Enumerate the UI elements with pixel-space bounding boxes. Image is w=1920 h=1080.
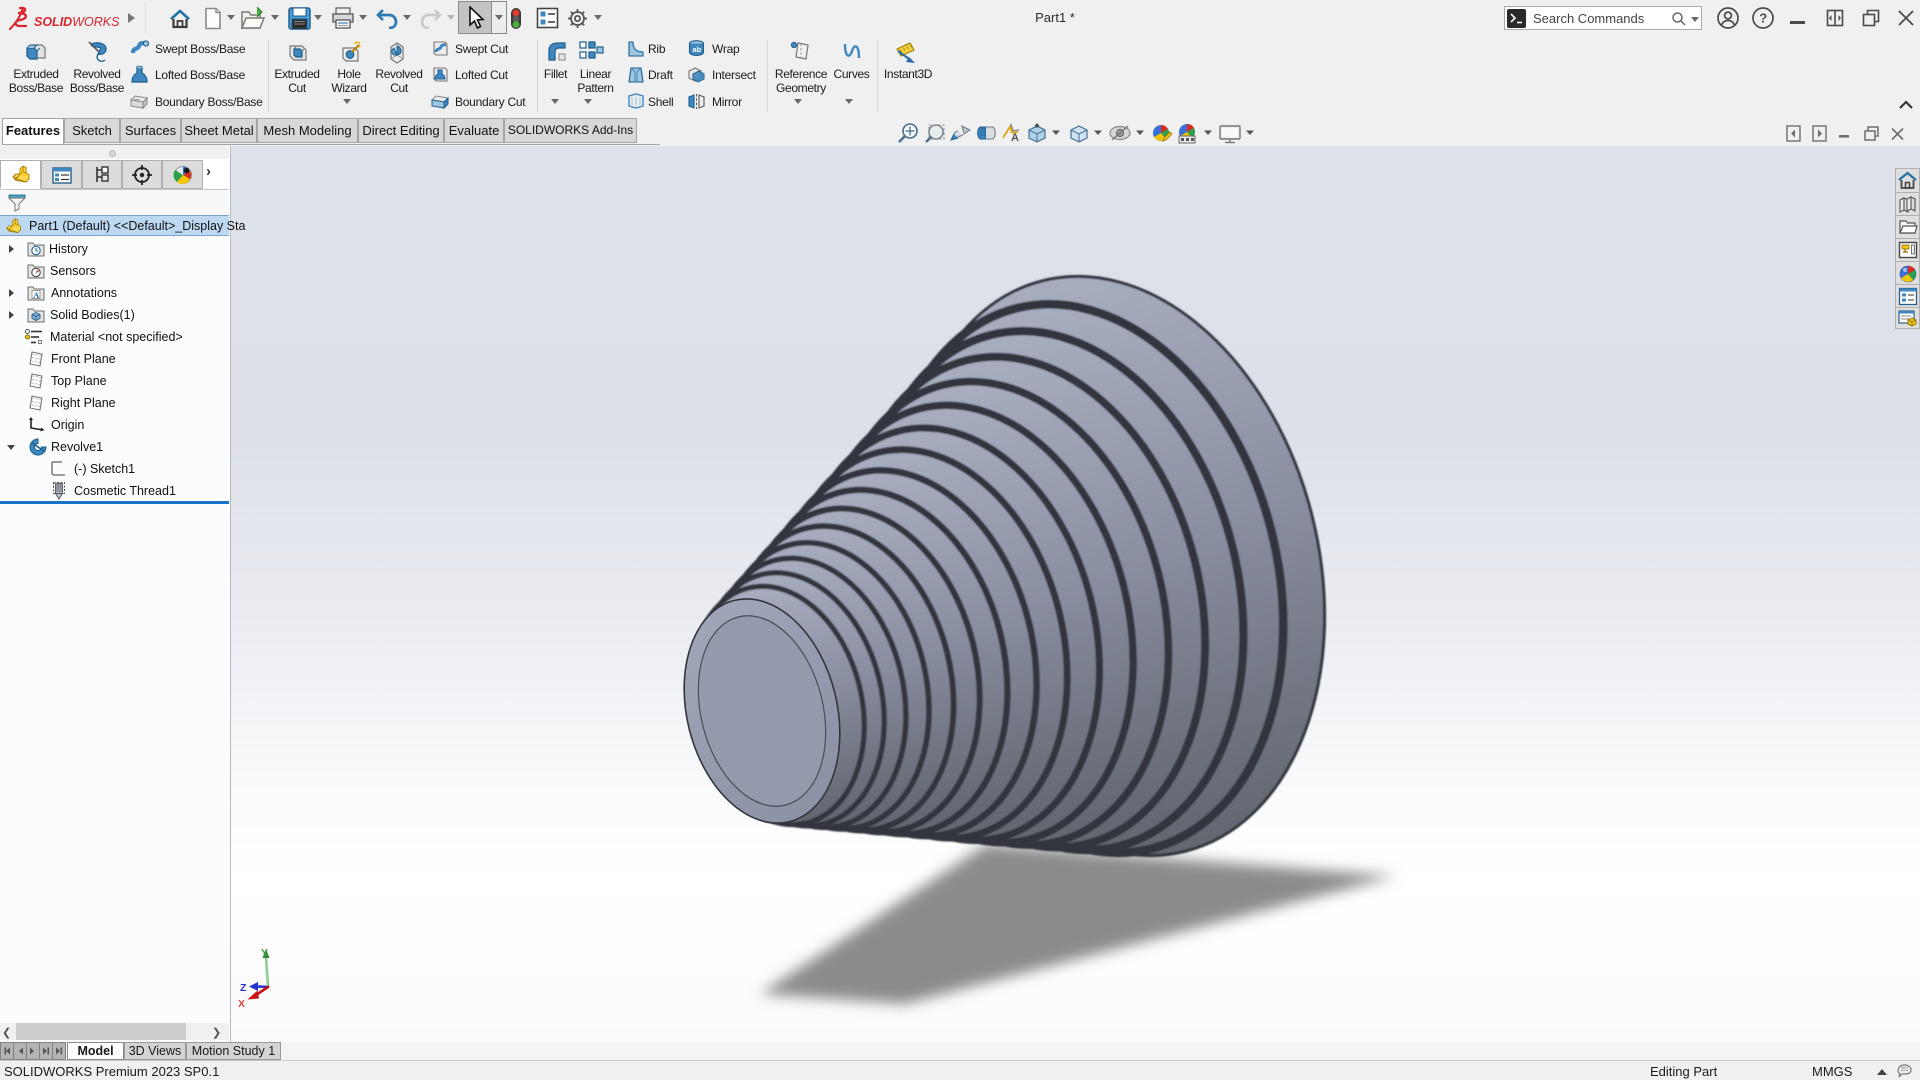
svg-text:Y: Y	[261, 947, 268, 959]
svg-text:ab: ab	[693, 45, 702, 54]
svg-text:A: A	[33, 290, 40, 300]
svg-text:SOLIDWORKS: SOLIDWORKS	[34, 15, 120, 29]
svg-text:Z: Z	[240, 982, 247, 994]
svg-text:?: ?	[1759, 11, 1767, 26]
svg-text:A: A	[1011, 132, 1019, 144]
svg-text:X: X	[238, 998, 245, 1010]
